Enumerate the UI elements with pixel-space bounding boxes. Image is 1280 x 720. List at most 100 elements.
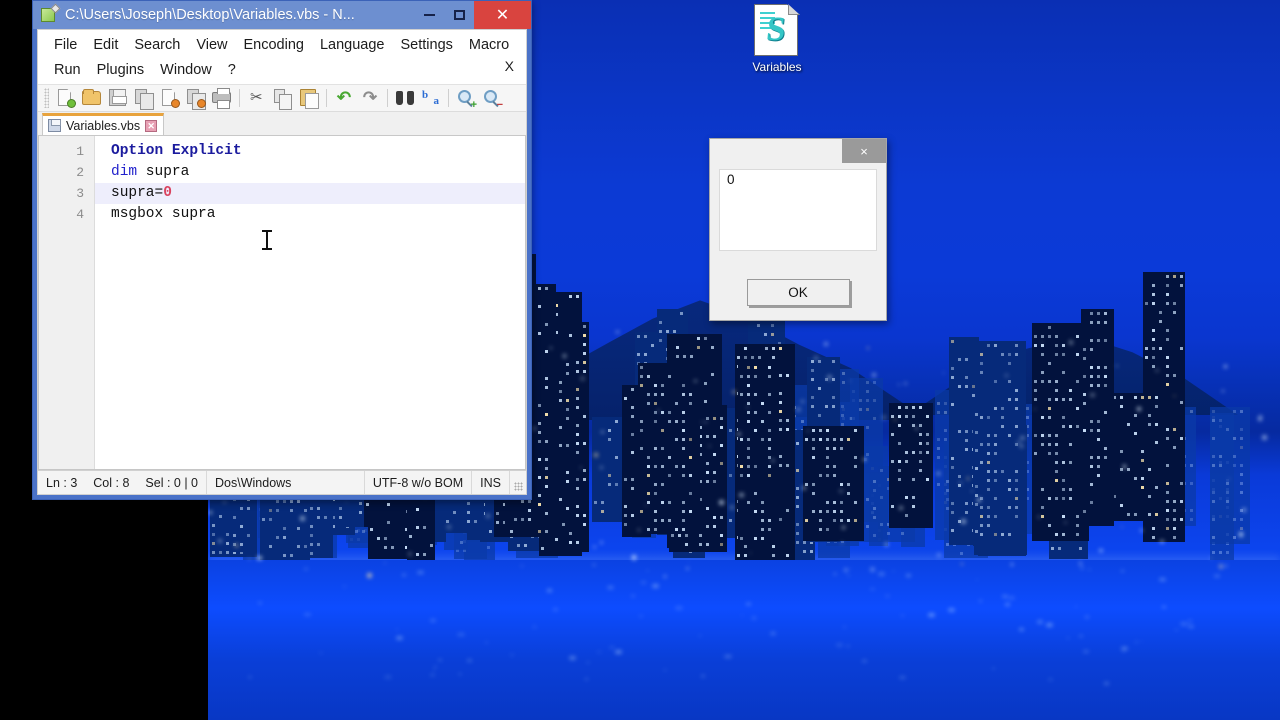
building-window: [840, 519, 843, 522]
menu-item-plugins[interactable]: Plugins: [89, 60, 153, 80]
menu-item-settings[interactable]: Settings: [392, 35, 460, 55]
building-window: [754, 429, 757, 432]
building-window: [290, 509, 293, 512]
new-file-icon[interactable]: [54, 86, 78, 110]
code-editor[interactable]: 1234 Option Explicit dim supra supra=0 msgb…: [38, 136, 526, 470]
building-window: [297, 545, 300, 548]
close-button[interactable]: ✕: [474, 1, 531, 29]
minimize-button[interactable]: [414, 1, 444, 29]
save-all-icon[interactable]: [132, 86, 156, 110]
undo-icon[interactable]: ↶: [332, 86, 356, 110]
message-box-title-bar[interactable]: ×: [710, 139, 886, 164]
ok-button[interactable]: OK: [746, 279, 850, 306]
building-window: [661, 429, 664, 432]
menu-item-language[interactable]: Language: [312, 35, 393, 55]
menu-item-window[interactable]: Window: [152, 60, 220, 80]
code-line[interactable]: Option Explicit: [95, 141, 525, 162]
building-window: [898, 424, 901, 427]
code-line[interactable]: dim supra: [95, 162, 525, 183]
building-window: [980, 506, 983, 509]
water-reflection: [1066, 636, 1071, 639]
building-window: [1008, 380, 1011, 383]
building-window: [576, 406, 579, 409]
building-window: [1015, 398, 1018, 401]
building-window: [416, 526, 419, 529]
building-window: [779, 518, 782, 521]
building-window: [744, 356, 747, 359]
building-window: [569, 334, 572, 337]
building: [1081, 309, 1114, 526]
building-window: [833, 474, 836, 477]
code-line[interactable]: msgbox supra: [95, 204, 525, 225]
menu-item-edit[interactable]: Edit: [85, 35, 126, 55]
building-window: [1173, 527, 1176, 530]
message-box-dialog[interactable]: × 0 OK: [709, 138, 887, 321]
code-area[interactable]: Option Explicit dim supra supra=0 msgbox su…: [95, 136, 525, 469]
tab-variables-vbs[interactable]: Variables.vbs ✕: [42, 113, 165, 135]
building-window: [761, 519, 764, 522]
building-window: [510, 530, 513, 533]
find-icon[interactable]: [393, 86, 417, 110]
toolbar-grip[interactable]: [44, 88, 49, 108]
city-light: [1238, 532, 1244, 537]
close-all-icon[interactable]: [184, 86, 208, 110]
building-window: [1048, 335, 1051, 338]
building-window: [1097, 321, 1100, 324]
zoom-in-icon[interactable]: +: [454, 86, 478, 111]
building-window: [576, 361, 579, 364]
building-window: [1166, 518, 1169, 521]
building-window: [811, 360, 814, 363]
menu-item-search[interactable]: Search: [126, 35, 188, 55]
title-bar[interactable]: C:\Users\Joseph\Desktop\Variables.vbs - …: [33, 1, 531, 29]
building-window: [833, 519, 836, 522]
water-reflection: [1104, 682, 1110, 685]
menu-item-encoding[interactable]: Encoding: [236, 35, 312, 55]
print-icon[interactable]: [210, 86, 234, 110]
menu-item-run[interactable]: Run: [46, 60, 89, 80]
maximize-button[interactable]: [444, 1, 474, 29]
building-window: [919, 460, 922, 463]
building-window: [1152, 536, 1155, 539]
open-file-icon[interactable]: [80, 86, 104, 110]
copy-icon[interactable]: [271, 86, 295, 110]
document-close-x[interactable]: X: [505, 58, 514, 74]
desktop-icon-variables[interactable]: S Variables: [735, 4, 819, 90]
building-window: [640, 420, 643, 423]
building-window: [786, 374, 789, 377]
building-window: [958, 385, 961, 388]
building-window: [1015, 488, 1018, 491]
building-window: [680, 312, 683, 315]
paste-icon[interactable]: [297, 86, 321, 110]
building-window: [873, 534, 876, 537]
building-window: [819, 474, 822, 477]
code-line[interactable]: supra=0: [95, 183, 525, 204]
zoom-out-icon[interactable]: −: [480, 86, 504, 111]
window-resize-grip[interactable]: [510, 471, 526, 494]
message-box-close-button[interactable]: ×: [842, 139, 886, 163]
building-window: [840, 447, 843, 450]
notepad-plus-plus-window[interactable]: C:\Users\Joseph\Desktop\Variables.vbs - …: [32, 0, 532, 500]
city-light: [366, 572, 372, 578]
building-window: [826, 429, 829, 432]
cut-icon[interactable]: ✂: [245, 86, 269, 110]
building-window: [779, 464, 782, 467]
redo-icon[interactable]: ↷: [358, 86, 382, 110]
water-reflection: [898, 675, 906, 679]
building-window: [833, 465, 836, 468]
building-window: [624, 505, 627, 508]
close-file-icon[interactable]: [158, 86, 182, 110]
save-icon[interactable]: [106, 86, 130, 110]
building-window: [545, 413, 548, 416]
menu-item-file[interactable]: File: [46, 35, 85, 55]
menu-item-view[interactable]: View: [188, 35, 235, 55]
building-window: [1104, 411, 1107, 414]
replace-icon[interactable]: ba: [419, 86, 443, 110]
building-window: [1055, 533, 1058, 536]
building-window: [980, 416, 983, 419]
building-window: [1233, 437, 1236, 440]
building-window: [994, 497, 997, 500]
menu-item-macro[interactable]: Macro: [461, 35, 517, 55]
building-window: [545, 512, 548, 515]
menu-item-help[interactable]: ?: [220, 60, 244, 80]
tab-close-icon[interactable]: ✕: [145, 119, 158, 132]
